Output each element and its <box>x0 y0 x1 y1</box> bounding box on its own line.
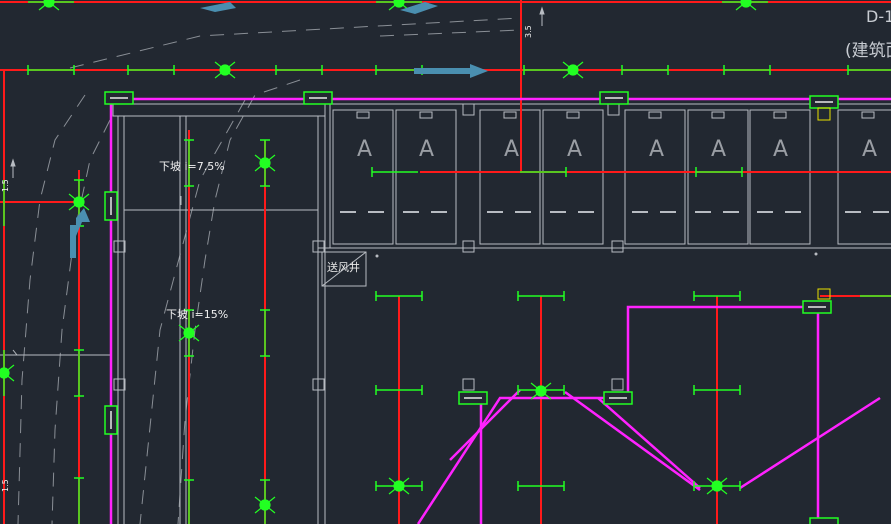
room-markers: A A A A A A A A <box>357 137 877 162</box>
arrow-icon <box>414 64 488 78</box>
room-mark: A <box>862 137 877 162</box>
diffuser-star <box>0 364 15 382</box>
room-mark: A <box>504 137 519 162</box>
cad-drawing-canvas[interactable]: A A A A A A A A 送风井 D-1 (建筑 下坡 i=7.5% 下坡… <box>0 0 891 524</box>
vent-shaft-label: 送风井 <box>327 260 360 274</box>
damper-box <box>603 391 633 405</box>
drawing-labels: D-1 (建筑面 下坡 i=7.5% 下坡 i=15% 3.5 1.5 1.5 <box>1 7 891 492</box>
section-markers <box>10 6 545 356</box>
vent-shaft: 送风井 <box>321 251 367 287</box>
title-subtitle: (建筑面 <box>845 41 891 61</box>
room-mark: A <box>711 137 726 162</box>
room-mark: A <box>567 137 582 162</box>
building-outline <box>0 103 891 524</box>
reference-dots <box>375 252 818 258</box>
green-dimension-ticks <box>3 1 891 524</box>
slope-label: 下坡 i=7.5% <box>159 160 225 173</box>
damper-box <box>303 91 333 105</box>
dimension-label: 1.5 <box>1 479 10 492</box>
flow-arrows <box>70 2 488 258</box>
damper-box <box>104 405 118 435</box>
room-mark: A <box>357 137 372 162</box>
damper-box <box>802 300 832 314</box>
arrow-icon <box>200 2 236 12</box>
damper-box <box>809 95 839 109</box>
damper-box <box>104 191 118 221</box>
slope-label: 下坡 i=15% <box>166 308 228 321</box>
yellow-markers <box>817 107 831 300</box>
dimension-label: 1.5 <box>1 179 10 192</box>
room-mark: A <box>419 137 434 162</box>
room-mark: A <box>773 137 788 162</box>
dimension-label: 3.5 <box>524 25 533 38</box>
damper-box <box>809 517 839 524</box>
red-duct-lines <box>0 0 891 524</box>
damper-box <box>599 91 629 105</box>
damper-box <box>458 391 488 405</box>
damper-box <box>104 91 134 105</box>
room-mark: A <box>649 137 664 162</box>
title-code: D-1 <box>866 7 891 26</box>
parking-bays <box>332 109 891 245</box>
ramp-dashed-lines <box>17 17 521 524</box>
